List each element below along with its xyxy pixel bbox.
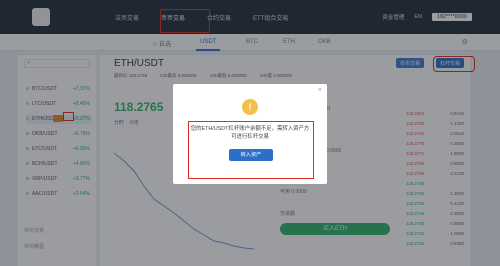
close-icon[interactable]: × xyxy=(318,87,322,94)
warning-icon: ! xyxy=(242,99,258,115)
highlight-box-modal xyxy=(188,121,314,179)
